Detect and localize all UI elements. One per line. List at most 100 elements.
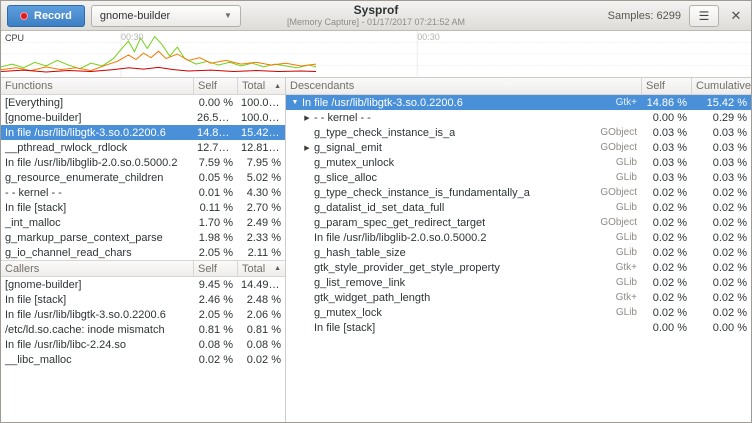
- function-row[interactable]: [gnome-builder] 26.51 % 100.00 %: [1, 110, 285, 125]
- function-row[interactable]: g_markup_parse_context_parse 1.98 % 2.33…: [1, 230, 285, 245]
- caller-self: 0.02 %: [193, 354, 237, 366]
- descendants-column-header[interactable]: Descendants: [286, 78, 641, 94]
- function-row[interactable]: __pthread_rwlock_rdlock 12.75 % 12.81 %: [1, 140, 285, 155]
- descendant-name-cell: ▼ In file /usr/lib/libgtk-3.so.0.2200.6: [286, 97, 589, 109]
- caller-row[interactable]: In file [stack] 2.46 % 2.48 %: [1, 292, 285, 307]
- descendant-row[interactable]: ▶ g_signal_emit GObject 0.03 % 0.03 %: [286, 140, 751, 155]
- function-row[interactable]: [Everything] 0.00 % 100.00 %: [1, 95, 285, 110]
- caller-total: 0.08 %: [237, 339, 285, 351]
- cpu-graph[interactable]: CPU 00:30 00:30: [1, 31, 751, 78]
- graph-time-label: 00:30: [417, 32, 440, 42]
- record-button[interactable]: Record: [7, 5, 85, 27]
- callers-self-column-header[interactable]: Self: [193, 261, 237, 276]
- function-total: 2.49 %: [237, 217, 285, 229]
- descendant-row[interactable]: gtk_style_provider_get_style_property Gt…: [286, 260, 751, 275]
- close-button[interactable]: ✕: [727, 7, 745, 25]
- function-row[interactable]: g_io_channel_read_chars 2.05 % 2.11 %: [1, 245, 285, 260]
- descendant-row[interactable]: g_hash_table_size GLib 0.02 % 0.02 %: [286, 245, 751, 260]
- function-self: 26.51 %: [193, 112, 237, 124]
- caller-row[interactable]: In file /usr/lib/libgtk-3.so.0.2200.6 2.…: [1, 307, 285, 322]
- expander-icon[interactable]: ▶: [302, 144, 312, 152]
- cpu-graph-label: CPU: [5, 33, 24, 43]
- function-self: 0.00 %: [193, 97, 237, 109]
- descendant-self: 0.02 %: [641, 202, 691, 214]
- expander-icon[interactable]: ▼: [290, 99, 300, 106]
- descendant-row[interactable]: gtk_widget_path_length Gtk+ 0.02 % 0.02 …: [286, 290, 751, 305]
- callers-column-header[interactable]: Callers: [1, 261, 193, 276]
- function-self: 0.11 %: [193, 202, 237, 214]
- descendant-cumulative: 0.03 %: [691, 172, 751, 184]
- functions-total-column-header[interactable]: Total ▲: [237, 78, 285, 94]
- function-name: [Everything]: [1, 97, 193, 109]
- cpu-green-line: [1, 37, 316, 69]
- descendant-self: 0.02 %: [641, 307, 691, 319]
- caller-row[interactable]: /etc/ld.so.cache: inode mismatch 0.81 % …: [1, 322, 285, 337]
- descendant-row[interactable]: g_mutex_unlock GLib 0.03 % 0.03 %: [286, 155, 751, 170]
- descendant-name: g_list_remove_link: [314, 277, 405, 289]
- function-self: 12.75 %: [193, 142, 237, 154]
- function-self: 14.86 %: [193, 127, 237, 139]
- descendant-row[interactable]: In file [stack] 0.00 % 0.00 %: [286, 320, 751, 335]
- descendant-self: 0.02 %: [641, 262, 691, 274]
- descendant-row[interactable]: g_slice_alloc GLib 0.03 % 0.03 %: [286, 170, 751, 185]
- descendant-row[interactable]: In file /usr/lib/libglib-2.0.so.0.5000.2…: [286, 230, 751, 245]
- caller-self: 9.45 %: [193, 279, 237, 291]
- descendant-self: 0.03 %: [641, 127, 691, 139]
- descendant-cumulative: 0.02 %: [691, 247, 751, 259]
- descendants-self-column-header[interactable]: Self: [641, 78, 691, 94]
- descendant-name-cell: In file [stack]: [286, 322, 589, 334]
- descendant-row[interactable]: g_type_check_instance_is_a GObject 0.03 …: [286, 125, 751, 140]
- descendant-self: 0.00 %: [641, 112, 691, 124]
- caller-row[interactable]: In file /usr/lib/libc-2.24.so 0.08 % 0.0…: [1, 337, 285, 352]
- expander-icon[interactable]: ▶: [302, 114, 312, 122]
- function-self: 7.59 %: [193, 157, 237, 169]
- descendant-name: g_signal_emit: [314, 142, 382, 154]
- descendant-name: g_mutex_lock: [314, 307, 382, 319]
- menu-button[interactable]: ☰: [689, 5, 719, 27]
- descendant-name-cell: ▶ - - kernel - -: [286, 112, 589, 124]
- descendant-row[interactable]: ▼ In file /usr/lib/libgtk-3.so.0.2200.6 …: [286, 95, 751, 110]
- functions-column-header[interactable]: Functions: [1, 78, 193, 94]
- caller-row[interactable]: [gnome-builder] 9.45 % 14.49 %: [1, 277, 285, 292]
- close-icon: ✕: [731, 8, 742, 24]
- caller-row[interactable]: __libc_malloc 0.02 % 0.02 %: [1, 352, 285, 367]
- descendant-name-cell: g_param_spec_get_redirect_target: [286, 217, 589, 229]
- function-self: 1.70 %: [193, 217, 237, 229]
- caller-self: 2.05 %: [193, 309, 237, 321]
- graph-time-label: 00:30: [121, 32, 144, 42]
- descendant-row[interactable]: g_datalist_id_set_data_full GLib 0.02 % …: [286, 200, 751, 215]
- function-total: 100.00 %: [237, 112, 285, 124]
- descendant-row[interactable]: ▶ - - kernel - - 0.00 % 0.29 %: [286, 110, 751, 125]
- functions-table: [Everything] 0.00 % 100.00 % [gnome-buil…: [1, 95, 285, 260]
- function-row[interactable]: In file [stack] 0.11 % 2.70 %: [1, 200, 285, 215]
- descendant-cumulative: 0.03 %: [691, 142, 751, 154]
- target-process-dropdown[interactable]: gnome-builder ▼: [91, 5, 241, 27]
- cpu-red-line: [1, 67, 316, 72]
- record-icon: [20, 12, 28, 20]
- descendant-cumulative: 0.02 %: [691, 292, 751, 304]
- function-row[interactable]: _int_malloc 1.70 % 2.49 %: [1, 215, 285, 230]
- sort-arrow-icon: ▲: [274, 83, 281, 90]
- descendant-row[interactable]: g_type_check_instance_is_fundamentally_a…: [286, 185, 751, 200]
- descendant-self: 0.02 %: [641, 247, 691, 259]
- function-row[interactable]: - - kernel - - 0.01 % 4.30 %: [1, 185, 285, 200]
- function-row[interactable]: In file /usr/lib/libglib-2.0.so.0.5000.2…: [1, 155, 285, 170]
- descendant-cumulative: 0.02 %: [691, 277, 751, 289]
- functions-self-column-header[interactable]: Self: [193, 78, 237, 94]
- right-column: Descendants Self Cumulative ▲ ▼ In file …: [286, 78, 751, 423]
- caller-name: __libc_malloc: [1, 354, 193, 366]
- descendant-row[interactable]: g_list_remove_link GLib 0.02 % 0.02 %: [286, 275, 751, 290]
- function-row[interactable]: g_resource_enumerate_children 0.05 % 5.0…: [1, 170, 285, 185]
- descendant-row[interactable]: g_param_spec_get_redirect_target GObject…: [286, 215, 751, 230]
- descendant-category: GObject: [589, 187, 641, 198]
- function-total: 15.42 %: [237, 127, 285, 139]
- descendants-cumulative-column-header[interactable]: Cumulative ▲: [691, 78, 751, 94]
- descendant-cumulative: 0.03 %: [691, 157, 751, 169]
- descendant-name-cell: g_mutex_unlock: [286, 157, 589, 169]
- callers-total-column-header[interactable]: Total ▲: [237, 261, 285, 276]
- descendant-category: Gtk+: [589, 262, 641, 273]
- descendant-self: 0.03 %: [641, 172, 691, 184]
- hamburger-icon: ☰: [699, 9, 710, 23]
- descendant-row[interactable]: g_mutex_lock GLib 0.02 % 0.02 %: [286, 305, 751, 320]
- function-row[interactable]: In file /usr/lib/libgtk-3.so.0.2200.6 14…: [1, 125, 285, 140]
